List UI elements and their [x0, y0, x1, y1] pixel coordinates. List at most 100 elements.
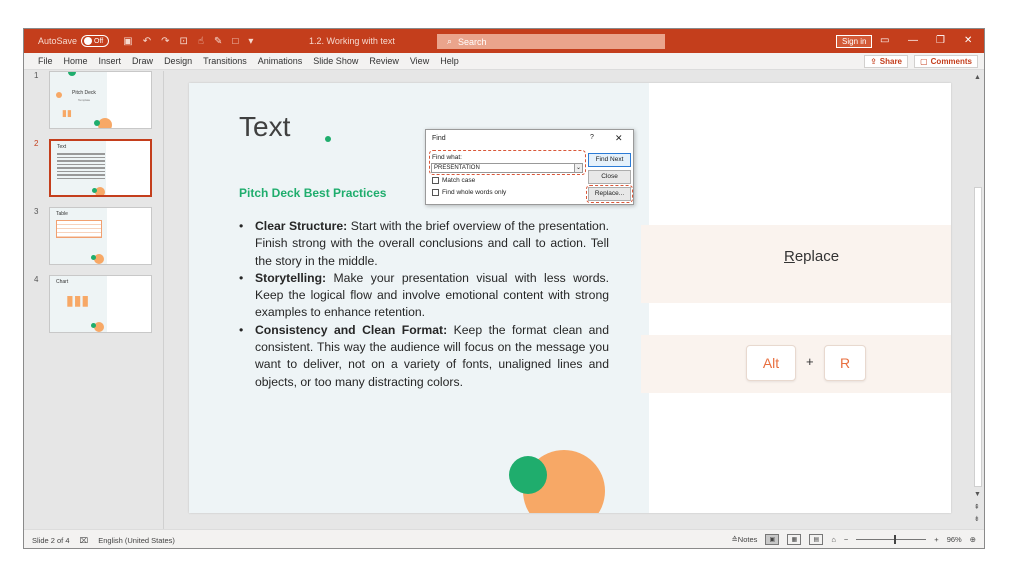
- thumbnail-title: Chart: [56, 279, 69, 285]
- minimize-icon[interactable]: —: [908, 35, 918, 46]
- slide-title[interactable]: Text: [239, 111, 290, 143]
- comments-label: Comments: [930, 57, 972, 66]
- share-label: Share: [879, 57, 902, 66]
- help-icon[interactable]: ?: [590, 134, 594, 141]
- previous-slide-icon[interactable]: ⇞: [974, 503, 980, 511]
- bullet-heading: Storytelling:: [255, 270, 327, 285]
- undo-icon[interactable]: ↶: [143, 36, 151, 47]
- fit-to-window-icon[interactable]: ⊕: [970, 535, 976, 544]
- vertical-scrollbar[interactable]: ▲ ▼ ⇞ ⇟: [971, 71, 984, 529]
- close-button[interactable]: Close: [588, 170, 631, 184]
- ribbon-tab-animations[interactable]: Animations: [258, 56, 303, 66]
- match-case-option[interactable]: Match case: [432, 177, 475, 184]
- zoom-out-icon[interactable]: −: [844, 535, 848, 544]
- reading-view-icon[interactable]: ▤: [809, 534, 824, 545]
- ribbon-tab-design[interactable]: Design: [164, 56, 192, 66]
- ribbon-tab-help[interactable]: Help: [440, 56, 459, 66]
- title-bar: AutoSave Off ▣ ↶ ↷ ⊡ ☝ ✎ □ ▾ 1.2. Workin…: [24, 29, 984, 53]
- slide-thumbnail-4[interactable]: Chart ▮▮▮: [49, 275, 152, 333]
- zoom-level[interactable]: 96%: [947, 535, 962, 544]
- ribbon-display-icon[interactable]: ▭: [880, 35, 889, 46]
- document-title[interactable]: 1.2. Working with text: [309, 36, 395, 46]
- decor-dot: [91, 323, 96, 328]
- replace-hint-rest: eplace: [794, 248, 840, 265]
- slide-thumbnail-2[interactable]: Text: [49, 139, 152, 197]
- slide-thumbnail-3[interactable]: Table: [49, 207, 152, 265]
- find-dialog: Find ? ✕ Find what: PRESENTATION ⌄ Match…: [425, 129, 634, 205]
- find-dialog-title: Find: [432, 135, 446, 142]
- thumbnail-number: 2: [34, 139, 39, 148]
- thumbnail-title: Table: [56, 211, 68, 217]
- chart-icon: ▮▮: [62, 108, 72, 118]
- bar-chart-icon: ▮▮▮: [66, 292, 90, 308]
- alt-key: Alt: [746, 345, 796, 381]
- thumbnail-title: Text: [57, 144, 67, 150]
- close-icon[interactable]: ✕: [964, 35, 972, 46]
- find-what-label: Find what:: [432, 154, 462, 161]
- ribbon-tab-home[interactable]: Home: [64, 56, 88, 66]
- thumbnail-number: 1: [34, 71, 39, 80]
- sign-in-button[interactable]: Sign in: [836, 35, 873, 48]
- find-history-dropdown[interactable]: ⌄: [574, 163, 583, 173]
- match-case-checkbox[interactable]: [432, 177, 439, 184]
- autosave-state: Off: [94, 37, 104, 45]
- bullet-list[interactable]: Clear Structure: Start with the brief ov…: [239, 218, 609, 391]
- language-indicator[interactable]: English (United States): [98, 536, 175, 545]
- save-icon[interactable]: ▣: [123, 36, 132, 47]
- next-slide-icon[interactable]: ⇟: [974, 515, 980, 523]
- notes-label: Notes: [737, 535, 758, 544]
- replace-button[interactable]: Replace...: [588, 187, 631, 201]
- comments-button[interactable]: ▢ Comments: [914, 55, 978, 68]
- autosave-control[interactable]: AutoSave Off: [38, 35, 110, 47]
- bullet-item: Clear Structure: Start with the brief ov…: [239, 218, 609, 270]
- ribbon-tabs: File Home Insert Draw Design Transitions Anima…: [24, 53, 984, 70]
- scroll-down-icon[interactable]: ▼: [974, 491, 981, 498]
- zoom-slider-handle[interactable]: [894, 535, 897, 544]
- current-slide[interactable]: Text Pitch Deck Best Practices Clear Str…: [189, 83, 951, 513]
- search-box[interactable]: ⌕ Search: [437, 34, 665, 49]
- powerpoint-window: AutoSave Off ▣ ↶ ↷ ⊡ ☝ ✎ □ ▾ 1.2. Workin…: [23, 28, 985, 549]
- whole-words-checkbox[interactable]: [432, 189, 439, 196]
- slide-thumbnail-1[interactable]: Pitch Deck Template ▮▮: [49, 71, 152, 129]
- dialog-close-icon[interactable]: ✕: [615, 133, 623, 144]
- shape-icon[interactable]: □: [232, 36, 238, 47]
- zoom-in-icon[interactable]: +: [934, 535, 938, 544]
- ribbon-tab-draw[interactable]: Draw: [132, 56, 153, 66]
- present-icon[interactable]: ⊡: [179, 36, 187, 47]
- thumbnail-row-1: 1 Pitch Deck Template ▮▮: [24, 71, 164, 131]
- scrollbar-thumb[interactable]: [974, 187, 982, 487]
- notes-button[interactable]: ≙Notes: [731, 535, 757, 544]
- bullet-heading: Clear Structure:: [255, 219, 348, 233]
- replace-hint-label: Replace: [784, 248, 839, 265]
- chevron-down-icon: ⌄: [575, 165, 582, 171]
- whole-words-option[interactable]: Find whole words only: [432, 189, 506, 196]
- redo-icon[interactable]: ↷: [161, 36, 169, 47]
- spelling-check-icon[interactable]: ⌧: [80, 536, 89, 545]
- share-button[interactable]: ⇪ Share: [864, 55, 908, 68]
- ribbon-tab-insert[interactable]: Insert: [99, 56, 122, 66]
- customize-icon[interactable]: ▾: [248, 36, 253, 47]
- restore-icon[interactable]: ❐: [936, 35, 945, 46]
- share-icon: ⇪: [870, 57, 877, 66]
- ribbon-tab-view[interactable]: View: [410, 56, 429, 66]
- replace-hint-mnemonic: R: [784, 248, 795, 265]
- find-next-button[interactable]: Find Next: [588, 153, 631, 167]
- ribbon-tab-transitions[interactable]: Transitions: [203, 56, 247, 66]
- zoom-slider[interactable]: [856, 535, 927, 544]
- bullet-item: Storytelling: Make your presentation vis…: [239, 270, 609, 322]
- ribbon-tab-slide-show[interactable]: Slide Show: [313, 56, 358, 66]
- touch-mode-icon[interactable]: ☝: [198, 36, 204, 47]
- normal-view-icon[interactable]: ▣: [765, 534, 780, 545]
- autosave-label: AutoSave: [38, 36, 78, 46]
- slideshow-icon[interactable]: ⌂: [831, 535, 836, 544]
- draw-icon[interactable]: ✎: [214, 36, 222, 47]
- ribbon-tab-file[interactable]: File: [38, 56, 53, 66]
- scroll-up-icon[interactable]: ▲: [974, 74, 981, 81]
- autosave-toggle[interactable]: Off: [81, 35, 110, 47]
- ribbon-tab-review[interactable]: Review: [369, 56, 399, 66]
- slide-subtitle[interactable]: Pitch Deck Best Practices: [239, 186, 386, 200]
- find-what-input[interactable]: PRESENTATION: [431, 163, 581, 173]
- slide-sorter-icon[interactable]: ▦: [787, 534, 802, 545]
- decor-dot: [91, 255, 96, 260]
- title-dot-decor: [325, 136, 331, 142]
